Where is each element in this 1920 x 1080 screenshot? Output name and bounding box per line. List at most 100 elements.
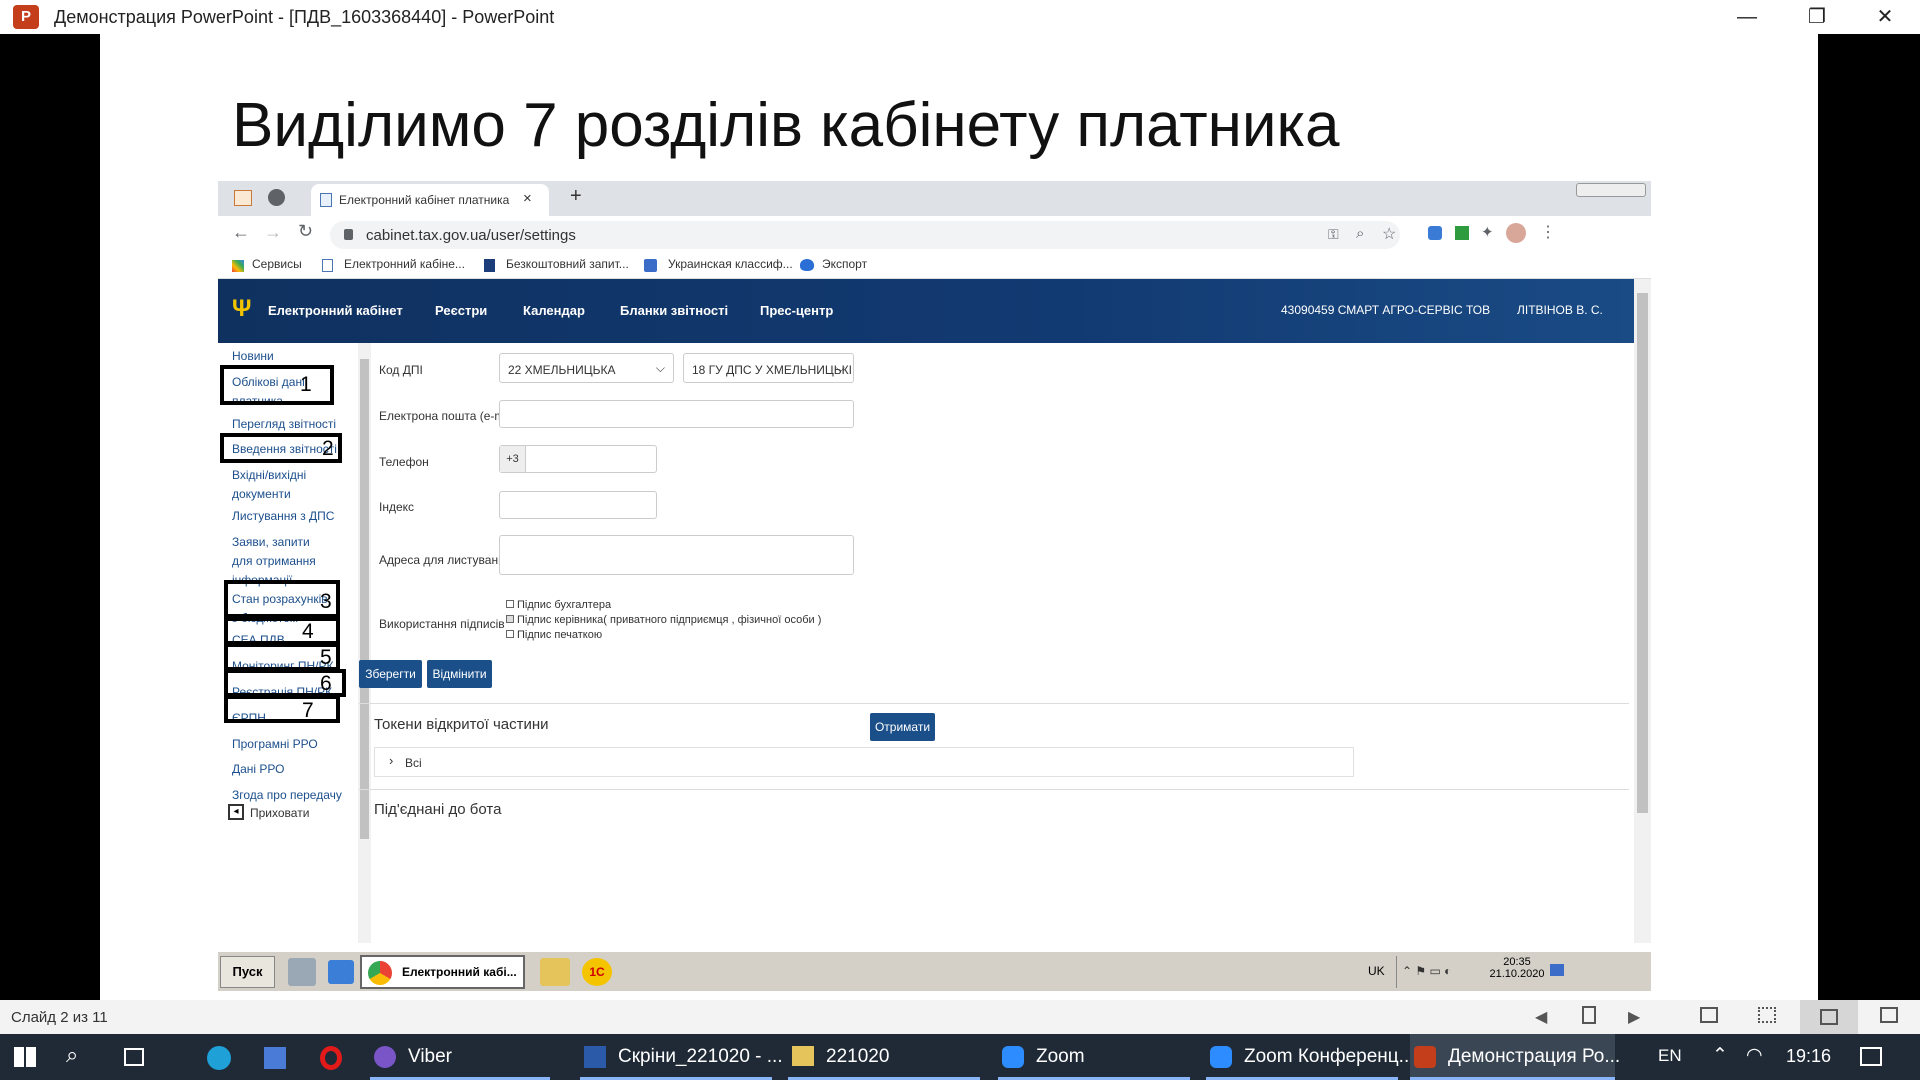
- cancel-button[interactable]: Відмінити: [427, 660, 492, 688]
- reload-icon[interactable]: ↻: [298, 221, 313, 242]
- chevron-up-icon[interactable]: ⌃: [1712, 1044, 1728, 1067]
- user-name[interactable]: ЛІТВІНОВ В. С.: [1517, 303, 1603, 317]
- task-view-icon[interactable]: [124, 1048, 144, 1066]
- zoom-icon: [1210, 1046, 1232, 1068]
- sidebar-item-documents[interactable]: Вхідні/вихідні документи: [232, 466, 322, 504]
- page-scroll-thumb[interactable]: [1637, 293, 1648, 813]
- slideshow-icon[interactable]: [1880, 1007, 1898, 1023]
- puzzle-icon[interactable]: ✦: [1481, 223, 1494, 241]
- checkbox-icon[interactable]: [506, 615, 514, 623]
- calendar-icon[interactable]: [234, 190, 252, 206]
- star-icon[interactable]: ☆: [1382, 224, 1396, 244]
- xp-clock[interactable]: 20:35 21.10.2020: [1487, 956, 1547, 980]
- language-indicator[interactable]: EN: [1658, 1046, 1682, 1066]
- previous-icon[interactable]: ◀: [1535, 1007, 1547, 1027]
- start-button[interactable]: Пуск: [220, 956, 275, 988]
- bookmark-export[interactable]: Экспорт: [822, 257, 867, 271]
- email-field[interactable]: [499, 400, 854, 428]
- zoom-icon[interactable]: ⌕: [1356, 225, 1364, 242]
- edge-icon[interactable]: [207, 1046, 231, 1070]
- minimize-button[interactable]: —: [1717, 2, 1777, 32]
- search-icon[interactable]: ⌕: [66, 1042, 78, 1068]
- nav-forms[interactable]: Бланки звітності: [620, 303, 728, 318]
- tray-icons[interactable]: ⌃ ⚑ ▭ ◐: [1402, 964, 1451, 978]
- tokens-accordion[interactable]: › Всі: [374, 747, 1354, 777]
- globe-icon[interactable]: [268, 189, 285, 206]
- taskbar-folder[interactable]: 221020: [788, 1034, 980, 1080]
- index-field[interactable]: [499, 491, 657, 519]
- bookmark-classifier[interactable]: Украинская классиф...: [668, 257, 793, 271]
- new-tab-button[interactable]: +: [570, 185, 582, 208]
- taskbar-powerpoint[interactable]: Демонстрация Ро...: [1410, 1034, 1620, 1080]
- nav-cabinet[interactable]: Електронний кабінет: [268, 303, 403, 318]
- apps-icon: [232, 260, 244, 272]
- sign-director-option[interactable]: Підпис керівника( приватного підприємця …: [506, 614, 821, 626]
- checkbox-icon[interactable]: [506, 600, 514, 608]
- nav-press[interactable]: Прес-центр: [760, 303, 833, 318]
- close-button[interactable]: ✕: [1855, 2, 1915, 32]
- taskbar-viber[interactable]: Viber: [370, 1034, 550, 1080]
- restore-button[interactable]: ❐: [1787, 2, 1847, 32]
- taskbar-zoom[interactable]: Zoom: [998, 1034, 1190, 1080]
- reading-view-button[interactable]: [1800, 1000, 1858, 1034]
- floppy-icon[interactable]: [264, 1047, 286, 1069]
- dpi-office-select[interactable]: 18 ГУ ДПС У ХМЕЛЬНИЦЬКІ... ⌵: [683, 353, 854, 383]
- forward-icon[interactable]: →: [264, 222, 282, 243]
- get-tokens-button[interactable]: Отримати: [870, 713, 935, 741]
- menu-icon[interactable]: ⋮: [1540, 222, 1556, 242]
- notes-icon[interactable]: [1582, 1006, 1596, 1024]
- dpi-region-select[interactable]: 22 ХМЕЛЬНИЦЬКА ⌵: [499, 353, 674, 383]
- wifi-icon[interactable]: ◠: [1746, 1044, 1763, 1067]
- lock-icon[interactable]: [344, 229, 353, 240]
- notification-icon[interactable]: [1860, 1047, 1882, 1066]
- key-icon[interactable]: ⚿: [1328, 226, 1339, 243]
- taskbar-zoom-meeting[interactable]: Zoom Конференц...: [1206, 1034, 1415, 1080]
- avatar[interactable]: [1506, 223, 1526, 243]
- url-input[interactable]: cabinet.tax.gov.ua/user/settings ⚿ ⌕ ☆: [330, 221, 1400, 249]
- taskbar-chrome-button[interactable]: Електронний кабі...: [360, 955, 525, 989]
- xp-language[interactable]: UK: [1368, 964, 1385, 978]
- next-icon[interactable]: ▶: [1628, 1007, 1640, 1027]
- bookmark-cabinet[interactable]: Електронний кабіне...: [344, 257, 465, 271]
- checkbox-icon[interactable]: [506, 630, 514, 638]
- company-name[interactable]: 43090459 СМАРТ АГРО-СЕРВІС ТОВ: [1281, 303, 1490, 317]
- sidebar-item-software-rro[interactable]: Програмні РРО: [232, 735, 347, 754]
- folder-icon[interactable]: [540, 958, 570, 986]
- save-button[interactable]: Зберегти: [359, 660, 422, 688]
- slide-sorter-icon[interactable]: [1758, 1007, 1776, 1023]
- extension-icon[interactable]: [1455, 226, 1469, 240]
- sidebar-item-rro-data[interactable]: Дані РРО: [232, 760, 347, 779]
- sidebar-item-correspondence[interactable]: Листування з ДПС: [232, 507, 347, 526]
- back-icon[interactable]: ←: [232, 222, 250, 243]
- windows-start-icon[interactable]: [14, 1047, 36, 1067]
- nav-registers[interactable]: Реєстри: [435, 303, 487, 318]
- address-field[interactable]: [499, 535, 854, 575]
- phone-field[interactable]: +3: [499, 445, 657, 473]
- nav-calendar[interactable]: Календар: [523, 303, 585, 318]
- opera-icon[interactable]: [320, 1046, 342, 1070]
- clock[interactable]: 19:16: [1786, 1046, 1831, 1067]
- sign-accountant-option[interactable]: Підпис бухгалтера: [506, 599, 611, 611]
- tab-close-icon[interactable]: ×: [523, 190, 532, 207]
- taskbar-word[interactable]: Скріни_221020 - ...: [580, 1034, 783, 1080]
- sidebar-item-news[interactable]: Новини: [232, 347, 347, 366]
- hide-bar[interactable]: ◂ Приховати: [226, 803, 358, 823]
- app-icon[interactable]: [328, 960, 354, 984]
- 1c-icon[interactable]: 1С: [582, 958, 612, 986]
- address-label: Адреса для листування: [379, 553, 512, 567]
- sidebar: Новини Облікові дані платника Перегляд з…: [218, 343, 358, 943]
- computer-icon[interactable]: [288, 958, 316, 986]
- bookmark-free-request[interactable]: Безкоштовний запит...: [506, 257, 629, 271]
- desktop-icon[interactable]: [1550, 964, 1564, 976]
- sidebar-scroll-thumb[interactable]: [360, 359, 369, 839]
- shield-extension-icon[interactable]: [1428, 226, 1442, 240]
- sidebar-item-view-reports[interactable]: Перегляд звітності: [232, 415, 347, 434]
- window-controls[interactable]: [1576, 183, 1646, 197]
- chevron-right-icon: ›: [389, 753, 394, 768]
- normal-view-icon[interactable]: [1700, 1007, 1718, 1023]
- bookmark-services[interactable]: Сервисы: [252, 257, 302, 271]
- sign-seal-option[interactable]: Підпис печаткою: [506, 629, 602, 641]
- box-number-3: 3: [320, 590, 332, 613]
- browser-tab[interactable]: Електронний кабінет платника ×: [311, 184, 549, 216]
- sign-director-label: Підпис керівника( приватного підприємця …: [517, 614, 822, 626]
